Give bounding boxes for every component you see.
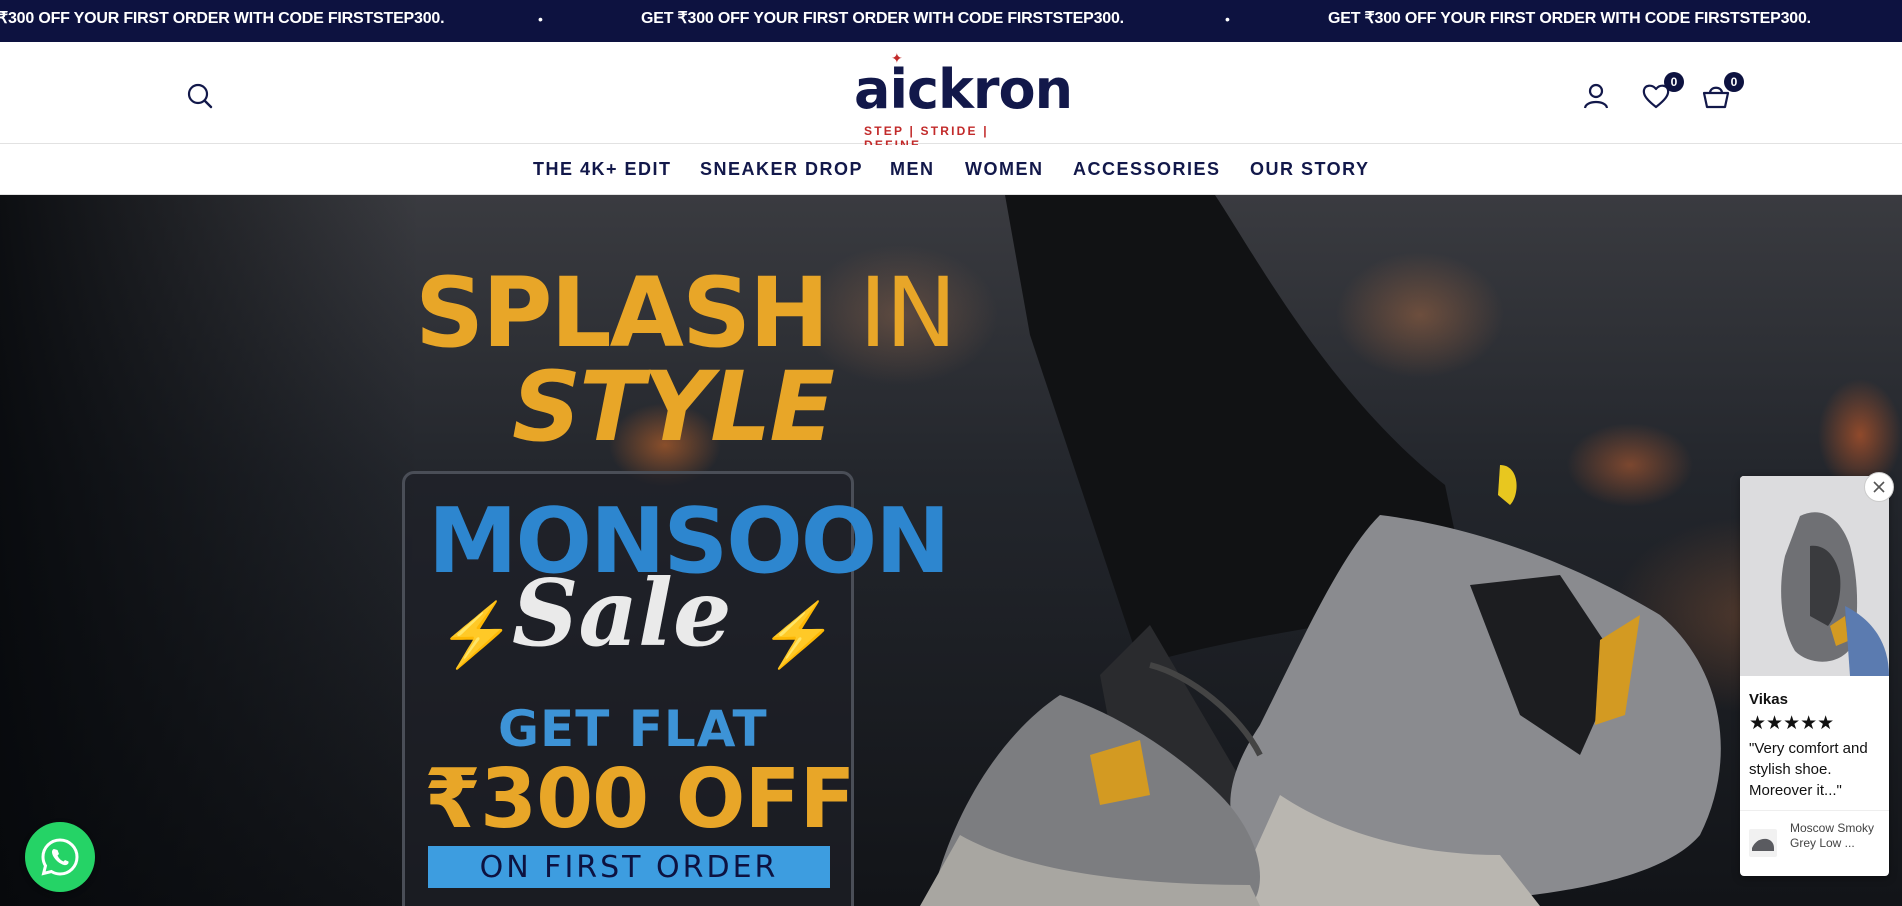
search-icon[interactable] bbox=[182, 78, 218, 114]
main-navigation: THE 4K+ EDIT SNEAKER DROP MEN WOMEN ACCE… bbox=[0, 145, 1902, 195]
announcement-separator: • bbox=[1225, 11, 1230, 27]
announcement-separator: • bbox=[538, 11, 543, 27]
promo-get-flat-text: GET FLAT bbox=[498, 700, 768, 758]
nav-item-4k-edit[interactable]: THE 4K+ EDIT bbox=[533, 159, 672, 180]
account-icon[interactable] bbox=[1578, 78, 1614, 114]
close-icon bbox=[1873, 481, 1885, 493]
whatsapp-icon bbox=[41, 838, 79, 876]
promo-first-order-label: ON FIRST ORDER bbox=[428, 846, 830, 888]
nav-item-our-story[interactable]: OUR STORY bbox=[1250, 159, 1370, 180]
review-quote: "Very comfort and stylish shoe. Moreover… bbox=[1749, 740, 1868, 799]
review-product-name: Moscow Smoky Grey Low ... bbox=[1790, 821, 1875, 850]
product-thumbnail bbox=[1749, 829, 1777, 857]
announcement-bar: ₹300 OFF YOUR FIRST ORDER WITH CODE FIRS… bbox=[0, 0, 1902, 42]
announcement-message: ₹300 OFF YOUR FIRST ORDER WITH CODE FIRS… bbox=[0, 10, 445, 27]
review-product-link[interactable]: Moscow Smoky Grey Low ... bbox=[1740, 810, 1889, 876]
cart-count-badge: 0 bbox=[1724, 72, 1744, 92]
review-photo bbox=[1740, 476, 1889, 676]
reviewer-name: Vikas bbox=[1749, 691, 1788, 708]
lightning-icon: ⚡ bbox=[760, 601, 838, 670]
review-photo-image bbox=[1740, 476, 1889, 676]
review-popup[interactable]: Vikas ★★★★★ "Very comfort and stylish sh… bbox=[1740, 476, 1889, 876]
wishlist-button[interactable]: 0 bbox=[1638, 72, 1684, 114]
review-rating-stars: ★★★★★ bbox=[1749, 713, 1835, 734]
announcement-message: GET ₹300 OFF YOUR FIRST ORDER WITH CODE … bbox=[1328, 10, 1811, 27]
wishlist-count-badge: 0 bbox=[1664, 72, 1684, 92]
nav-item-women[interactable]: WOMEN bbox=[965, 159, 1044, 180]
promo-sale-text: Sale bbox=[512, 559, 732, 667]
promo-amount-text: ₹300 OFF bbox=[424, 752, 856, 847]
cart-button[interactable]: 0 bbox=[1698, 72, 1744, 114]
lightning-icon: ⚡ bbox=[438, 601, 516, 670]
whatsapp-chat-button[interactable] bbox=[25, 822, 95, 892]
nav-item-accessories[interactable]: ACCESSORIES bbox=[1073, 159, 1221, 180]
logo-wordmark: aickron bbox=[854, 58, 1073, 121]
headline-in: IN bbox=[858, 257, 957, 369]
nav-item-sneaker-drop[interactable]: SNEAKER DROP bbox=[700, 159, 863, 180]
review-close-button[interactable] bbox=[1864, 472, 1894, 502]
announcement-message: GET ₹300 OFF YOUR FIRST ORDER WITH CODE … bbox=[641, 10, 1124, 27]
hero-headline: SPLASH IN bbox=[415, 265, 957, 361]
site-logo[interactable]: ✦ aickron STEP | STRIDE | DEFINE bbox=[848, 50, 1073, 152]
hero-banner[interactable]: SPLASH IN STYLE MONSOON ⚡ Sale ⚡ GET FLA… bbox=[0, 195, 1902, 906]
headline-style: STYLE bbox=[512, 351, 835, 463]
nav-item-men[interactable]: MEN bbox=[890, 159, 935, 180]
site-header: ✦ aickron STEP | STRIDE | DEFINE 0 0 bbox=[0, 42, 1902, 152]
